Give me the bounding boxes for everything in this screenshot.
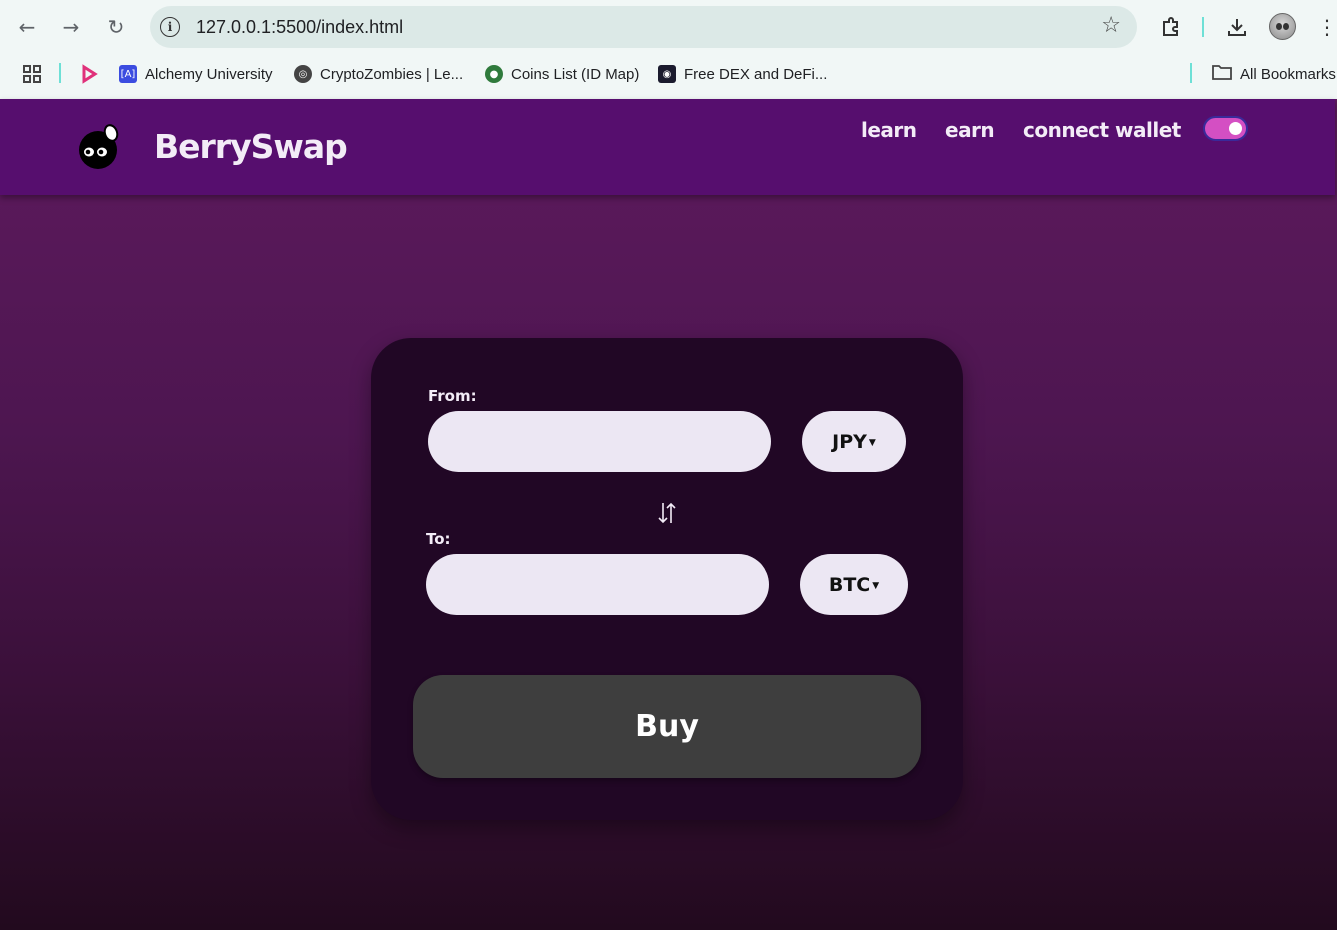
bookmark-label: Alchemy University [145, 65, 273, 83]
download-icon[interactable] [1223, 13, 1251, 41]
bookmark-star-icon[interactable]: ☆ [1101, 13, 1121, 38]
to-label: To: [426, 530, 451, 548]
swap-direction-icon[interactable] [655, 500, 679, 526]
bookmarks-separator [1190, 63, 1192, 83]
more-menu-icon[interactable]: ⋮ [1313, 13, 1337, 41]
bookmark-label: CryptoZombies | Le... [320, 65, 464, 83]
globe-icon: ◎ [294, 65, 312, 83]
toggle-knob [1229, 122, 1242, 135]
berry-logo-icon [79, 124, 119, 169]
nav-connect-wallet[interactable]: connect wallet [1023, 118, 1181, 142]
buy-button[interactable]: Buy [413, 675, 921, 778]
theme-toggle[interactable] [1203, 116, 1248, 141]
nav-earn[interactable]: earn [945, 118, 995, 142]
folder-icon [1212, 63, 1232, 85]
page-body: BerrySwap learn earn connect wallet From… [0, 99, 1337, 930]
bookmark-alchemy[interactable]: [A] Alchemy University [119, 62, 273, 86]
all-bookmarks-label: All Bookmarks [1240, 65, 1336, 83]
forward-icon[interactable]: → [56, 12, 86, 42]
to-currency-value: BTC [828, 573, 871, 596]
reload-icon[interactable]: ↻ [101, 12, 131, 42]
from-currency-value: JPY [832, 430, 867, 453]
caret-down-icon: ▼ [868, 438, 876, 448]
bookmark-label: Coins List (ID Map) [511, 65, 640, 83]
address-bar[interactable]: i 127.0.0.1:5500/index.html ☆ [150, 6, 1137, 48]
from-amount-input[interactable] [428, 411, 771, 472]
earth-icon: ● [485, 65, 503, 83]
extensions-icon[interactable] [1157, 13, 1185, 41]
to-amount-input[interactable] [426, 554, 769, 615]
site-header: BerrySwap learn earn connect wallet [0, 99, 1335, 195]
bookmark-coins-list[interactable]: ● Coins List (ID Map) [485, 62, 639, 86]
caret-down-icon: ▼ [872, 581, 880, 591]
bookmark-cryptozombies[interactable]: ◎ CryptoZombies | Le... [294, 62, 463, 86]
alchemy-icon: [A] [119, 65, 137, 83]
apps-grid-icon[interactable] [18, 60, 46, 88]
brand-name[interactable]: BerrySwap [154, 127, 348, 166]
from-label: From: [428, 387, 477, 405]
from-currency-select[interactable]: JPY ▼ [802, 411, 906, 472]
profile-avatar[interactable] [1269, 13, 1296, 40]
to-currency-select[interactable]: BTC ▼ [800, 554, 908, 615]
dex-icon: ◉ [658, 65, 676, 83]
nav-learn[interactable]: learn [861, 118, 917, 142]
toolbar-separator [1202, 17, 1204, 37]
swap-card: From: JPY ▼ To: BTC ▼ Buy [371, 338, 963, 820]
url-text[interactable]: 127.0.0.1:5500/index.html [196, 17, 403, 38]
media-play-icon[interactable] [75, 60, 103, 88]
back-icon[interactable]: ← [12, 12, 42, 42]
bookmark-label: Free DEX and DeFi... [684, 65, 828, 83]
site-info-icon[interactable]: i [160, 17, 180, 37]
all-bookmarks[interactable]: All Bookmarks [1212, 62, 1336, 86]
bookmarks-separator [59, 63, 61, 83]
browser-toolbar: ← → ↻ i 127.0.0.1:5500/index.html ☆ ⋮ [0, 0, 1337, 54]
bookmark-free-dex[interactable]: ◉ Free DEX and DeFi... [658, 62, 827, 86]
